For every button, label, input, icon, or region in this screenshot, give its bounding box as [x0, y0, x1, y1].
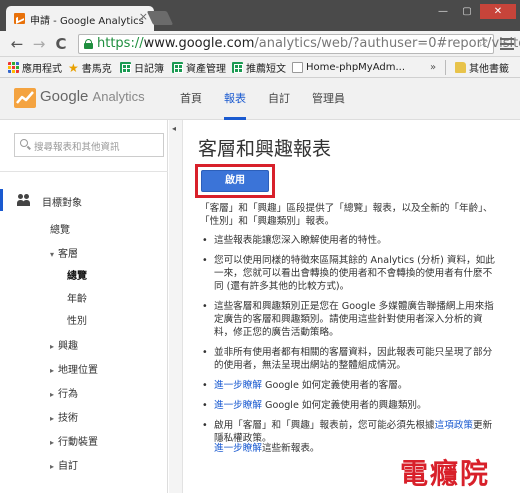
bookmark-4[interactable]: 推薦短文 — [232, 60, 286, 75]
sidebar-item-behavior[interactable]: ▸ 行為 — [50, 385, 78, 400]
expand-arrow-icon: ▸ — [50, 366, 55, 375]
list-item: 您可以使用同樣的特徵來區隔其餘的 Analytics (分析) 資料，如此一來，… — [200, 254, 500, 293]
tab-title: 申請 - Google Analytics — [30, 16, 144, 27]
sidebar-item-gender[interactable]: 性別 — [67, 312, 87, 327]
list-item: 進一步瞭解 Google 如何定義使用者的客層。 — [200, 379, 500, 392]
forward-button[interactable]: → — [30, 35, 48, 53]
analytics-logo-icon — [14, 88, 36, 108]
sidebar-item-mobile[interactable]: ▸ 行動裝置 — [50, 433, 98, 448]
active-section-indicator — [0, 189, 3, 211]
bookmark-3[interactable]: 資產管理 — [172, 60, 226, 75]
expand-arrow-icon: ▸ — [50, 438, 55, 447]
maximize-button[interactable]: ▢ — [456, 4, 478, 19]
sidebar-item-geo[interactable]: ▸ 地理位置 — [50, 361, 98, 376]
footer-learn-more: 進一步瞭解這些新報表。 — [214, 443, 320, 454]
sidebar-item-custom[interactable]: ▸ 自訂 — [50, 457, 78, 472]
spreadsheet-icon — [120, 62, 131, 73]
expand-arrow-icon: ▸ — [50, 414, 55, 423]
search-icon — [20, 139, 31, 150]
chrome-menu-icon[interactable] — [500, 35, 514, 53]
sidebar-item-technology[interactable]: ▸ 技術 — [50, 409, 78, 424]
nav-reports[interactable]: 報表 — [224, 78, 246, 120]
list-item: 進一步瞭解 Google 如何定義使用者的興趣類別。 — [200, 399, 500, 412]
spreadsheet-icon — [232, 62, 243, 73]
browser-titlebar: 申請 - Google Analytics × — ▢ ✕ — [0, 0, 520, 31]
page-title: 客層和興趣報表 — [198, 138, 332, 160]
learn-more-link[interactable]: 進一步瞭解 — [214, 400, 262, 411]
list-item: 並非所有使用者都有相關的客層資料，因此報表可能只呈現了部分的使用者，無法呈現出網… — [200, 346, 500, 372]
url-text[interactable]: https://www.google.com/analytics/web/?au… — [97, 36, 520, 51]
star-icon: ★ — [68, 60, 79, 75]
close-window-button[interactable]: ✕ — [480, 4, 516, 19]
list-item: 這些報表能讓您深入瞭解使用者的特性。 — [200, 234, 500, 247]
browser-toolbar: ← → C https://www.google.com/analytics/w… — [0, 31, 520, 57]
browser-tab[interactable]: 申請 - Google Analytics × — [6, 6, 154, 31]
apps-grid-icon — [8, 62, 19, 73]
sidebar-item-age[interactable]: 年齡 — [67, 290, 87, 305]
page-icon — [292, 62, 303, 73]
sidebar-collapse-handle[interactable]: ◂ — [169, 120, 183, 493]
bookmark-1[interactable]: ★ 書馬克 — [68, 60, 112, 76]
expand-arrow-icon: ▸ — [50, 462, 55, 471]
lock-icon — [84, 39, 93, 49]
folder-icon — [455, 62, 466, 73]
expand-arrow-icon: ▸ — [50, 342, 55, 351]
address-bar[interactable]: https://www.google.com/analytics/web/?au… — [78, 34, 520, 54]
intro-text: 「客層」和「興趣」區段提供了「總覽」報表，以及全新的「年齡」、「性別」和「興趣類… — [200, 203, 493, 227]
nav-customize[interactable]: 自訂 — [268, 78, 290, 120]
ga-top-nav: 首頁 報表 自訂 管理員 — [180, 78, 367, 120]
back-button[interactable]: ← — [8, 35, 26, 53]
report-content: 客層和興趣報表 啟用 「客層」和「興趣」區段提供了「總覽」報表，以及全新的「年齡… — [184, 120, 520, 493]
learn-more-link[interactable]: 進一步瞭解 — [214, 443, 262, 454]
bookmark-2[interactable]: 日記簿 — [120, 60, 164, 75]
ga-header: Google Analytics 首頁 報表 自訂 管理員 — [0, 78, 520, 120]
reload-button[interactable]: C — [52, 35, 70, 53]
window-controls: — ▢ ✕ — [432, 4, 516, 19]
sidebar-divider — [0, 171, 168, 172]
bookmark-apps[interactable]: 應用程式 — [8, 60, 62, 75]
report-search-input[interactable]: 搜尋報表和其他資訊 — [14, 133, 164, 157]
analytics-favicon-icon — [14, 13, 25, 24]
bookmark-star-icon[interactable]: ☆ — [476, 35, 489, 51]
report-sidebar: 搜尋報表和其他資訊 目標對象 總覽 ▾ 客層 總覽 年齡 性別 ▸ 興趣 ▸ 地理位置… — [0, 120, 168, 493]
nav-admin[interactable]: 管理員 — [312, 78, 345, 120]
sidebar-item-demographics[interactable]: ▾ 客層 — [50, 245, 78, 260]
enable-button[interactable]: 啟用 — [201, 170, 269, 192]
nav-home[interactable]: 首頁 — [180, 78, 202, 120]
bookmark-5[interactable]: Home-phpMyAdm... — [292, 60, 405, 75]
other-bookmarks[interactable]: 其他書籤 — [455, 60, 509, 75]
audience-icon — [17, 194, 32, 206]
sidebar-item-overview[interactable]: 總覽 — [50, 221, 70, 236]
policy-link[interactable]: 這項政策 — [435, 420, 473, 431]
search-placeholder: 搜尋報表和其他資訊 — [34, 142, 120, 153]
sidebar-section-audience[interactable]: 目標對象 — [42, 194, 82, 209]
watermark-logo: 電癮院 — [400, 457, 491, 490]
bookmarks-separator — [445, 60, 446, 75]
spreadsheet-icon — [172, 62, 183, 73]
ga-logo-text[interactable]: Google Analytics — [40, 88, 145, 105]
minimize-button[interactable]: — — [432, 4, 454, 19]
sidebar-item-demo-overview[interactable]: 總覽 — [67, 267, 87, 282]
list-item: 這些客層和興趣類別正是您在 Google 多媒體廣告聯播網上用來指定廣告的客層和… — [200, 300, 500, 339]
collapse-arrow-icon: ◂ — [172, 124, 177, 133]
learn-more-link[interactable]: 進一步瞭解 — [214, 380, 262, 391]
bookmarks-bar: 應用程式 ★ 書馬克 日記簿 資產管理 推薦短文 Home-phpMyAdm...… — [0, 57, 520, 78]
expand-arrow-icon: ▸ — [50, 390, 55, 399]
bookmarks-overflow[interactable]: » — [430, 60, 436, 75]
sidebar-item-interests[interactable]: ▸ 興趣 — [50, 337, 78, 352]
expanded-arrow-icon: ▾ — [50, 250, 55, 259]
feature-list: 這些報表能讓您深入瞭解使用者的特性。 您可以使用同樣的特徵來區隔其餘的 Anal… — [200, 234, 500, 445]
